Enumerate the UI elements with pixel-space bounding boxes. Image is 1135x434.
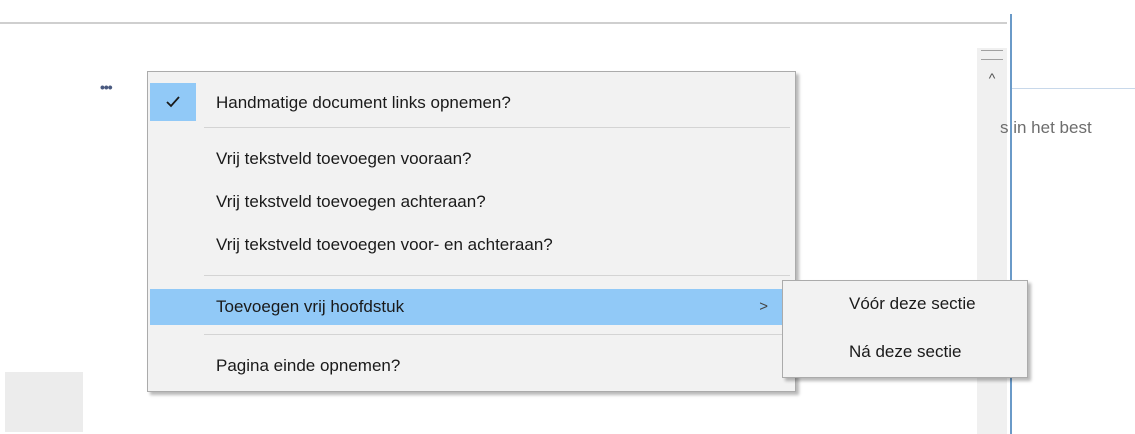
menu-separator [204, 275, 790, 276]
scroll-up-icon[interactable]: ^ [977, 66, 1007, 90]
submenu-item-voor-deze-sectie[interactable]: Vóór deze sectie [785, 286, 1025, 322]
right-panel [1012, 0, 1135, 434]
menu-item-handmatige-document-links[interactable]: Handmatige document links opnemen? [150, 85, 793, 121]
placeholder-block [5, 372, 83, 432]
right-panel-divider [1012, 88, 1135, 89]
menu-item-label: Vrij tekstveld toevoegen vooraan? [216, 149, 472, 168]
more-options-icon[interactable]: ••• [100, 80, 113, 94]
menu-item-label: Handmatige document links opnemen? [216, 93, 511, 112]
menu-item-label: Vrij tekstveld toevoegen achteraan? [216, 192, 486, 211]
submenu-item-label: Vóór deze sectie [849, 294, 976, 313]
toolbar-divider [0, 22, 1007, 24]
menu-item-tekstveld-achteraan[interactable]: Vrij tekstveld toevoegen achteraan? [150, 184, 793, 220]
submenu-item-na-deze-sectie[interactable]: Ná deze sectie [785, 334, 1025, 370]
chevron-right-icon: > [759, 298, 768, 315]
menu-item-tekstveld-vooraan[interactable]: Vrij tekstveld toevoegen vooraan? [150, 141, 793, 177]
menu-item-label: Vrij tekstveld toevoegen voor- en achter… [216, 235, 553, 254]
menu-separator [204, 127, 790, 128]
menu-item-pagina-einde[interactable]: Pagina einde opnemen? [150, 348, 793, 384]
scrollbar-grip[interactable] [981, 50, 1003, 60]
menu-item-tekstveld-voor-en-achteraan[interactable]: Vrij tekstveld toevoegen voor- en achter… [150, 227, 793, 263]
menu-separator [204, 334, 790, 335]
application-window: ••• ^ s in het best Handmatige document … [0, 0, 1135, 434]
menu-item-label: Toevoegen vrij hoofdstuk [216, 297, 405, 316]
submenu-item-label: Ná deze sectie [849, 342, 962, 361]
submenu: Vóór deze sectie Ná deze sectie [782, 280, 1028, 378]
menu-item-toevoegen-vrij-hoofdstuk[interactable]: Toevoegen vrij hoofdstuk > [150, 289, 793, 325]
right-panel-text: s in het best [1000, 118, 1092, 137]
context-menu: Handmatige document links opnemen? Vrij … [147, 71, 796, 392]
menu-item-label: Pagina einde opnemen? [216, 356, 401, 375]
